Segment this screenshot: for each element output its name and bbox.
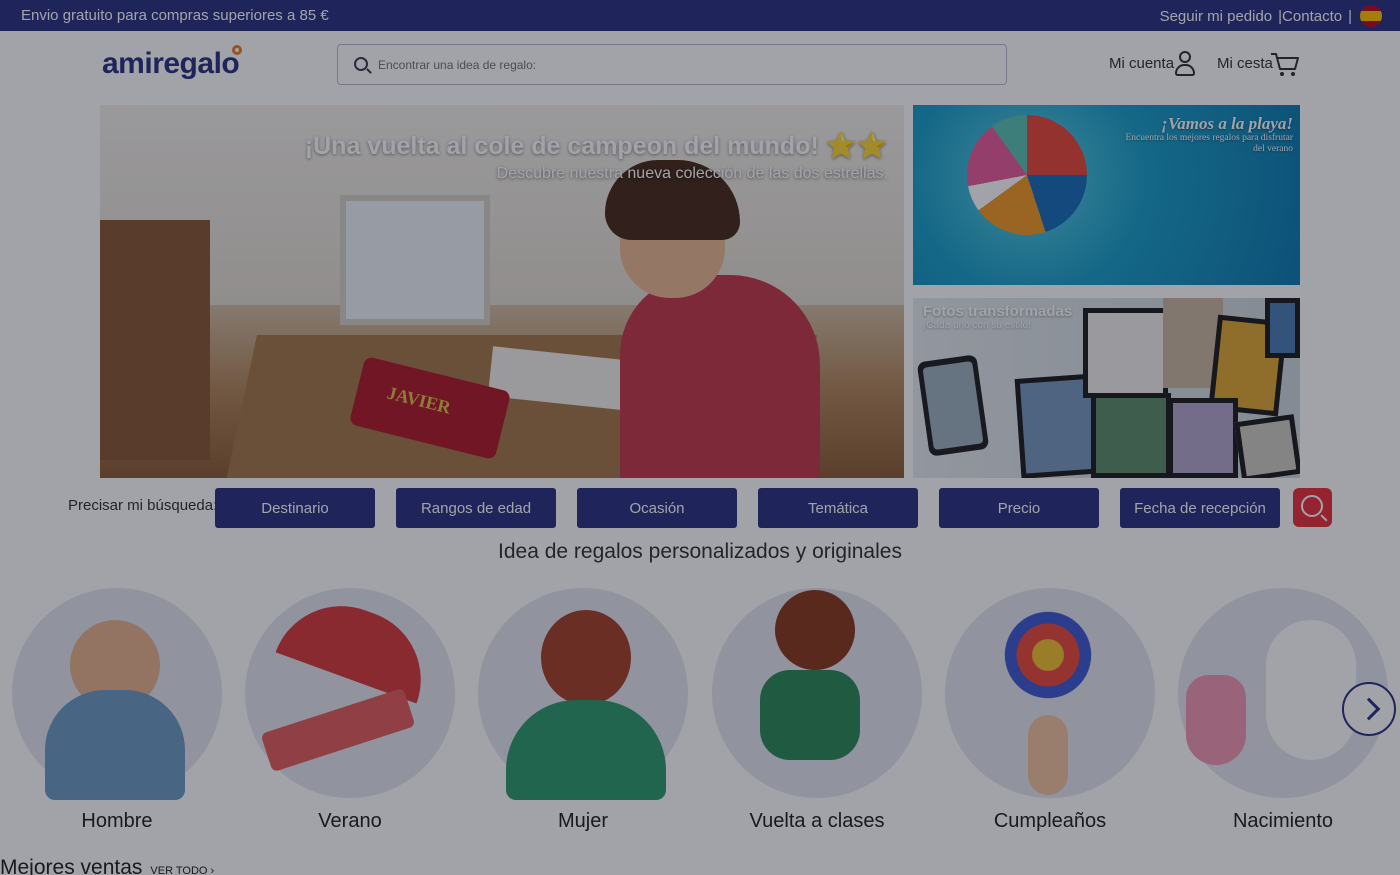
spain-flag-icon[interactable] [1360,5,1382,27]
filter-theme-button[interactable]: Temática [758,488,918,528]
contact-link[interactable]: |Contacto [1278,8,1342,25]
section-title: Idea de regalos personalizados y origina… [498,540,902,563]
beach-ball-icon [967,115,1087,235]
filter-delivery-date-button[interactable]: Fecha de recepción [1120,488,1280,528]
search-icon [1301,495,1323,517]
filter-age-button[interactable]: Rangos de edad [396,488,556,528]
bookshelf [100,220,210,460]
stork-illustration [1266,620,1356,760]
classroom-window [340,195,490,325]
logo[interactable]: amiregalo [102,47,240,81]
carousel-next-button[interactable] [1342,682,1396,736]
filter-occasion-button[interactable]: Ocasión [577,488,737,528]
filter-search-button[interactable] [1293,488,1332,527]
best-sellers-heading: Mejores ventas VER TODO › [0,856,215,875]
track-order-link[interactable]: Seguir mi pedido [1160,8,1273,25]
free-shipping-promo: Envio gratuito para compras superiores a… [21,7,329,24]
filter-price-button[interactable]: Precio [939,488,1099,528]
top-bar: Envio gratuito para compras superiores a… [0,0,1400,31]
photo-frame [1168,398,1238,478]
separator: | [1348,7,1352,25]
search-icon [354,57,368,71]
photo-frame [1091,393,1171,478]
beach-banner[interactable]: ¡Vamos a la playa! Encuentra los mejores… [913,105,1300,285]
category-cumpleanos[interactable]: Cumpleaños [933,580,1163,832]
sparkler-illustration [993,600,1103,710]
account-link[interactable]: Mi cuenta [1109,55,1174,72]
phone-icon [916,354,990,457]
cart-link[interactable]: Mi cesta [1217,55,1273,72]
user-icon[interactable] [1174,51,1196,77]
beach-banner-title: ¡Vamos a la playa! [1161,114,1293,133]
filter-recipient-button[interactable]: Destinario [215,488,375,528]
hero-title: ¡Una vuelta al cole de campeon del mundo… [304,132,888,160]
top-links: Seguir mi pedido |Contacto | [1154,5,1382,27]
photos-banner-subtitle: ¡Cada uno con su estilo! [923,320,1031,331]
logo-ornament-icon [232,45,242,55]
child-figure [620,275,820,478]
category-verano[interactable]: Verano [233,580,463,832]
beach-banner-subtitle: Encuentra los mejores regalos para disfr… [1125,133,1293,154]
schoolboy-illustration [775,590,855,670]
photos-banner-title: Fotos transformadas [923,303,1073,320]
photo-frame [1083,308,1168,398]
photo-frame [1265,298,1300,358]
photos-banner[interactable]: Fotos transformadas ¡Cada uno con su est… [913,298,1300,478]
photo-frame [1234,414,1300,478]
category-hombre[interactable]: Hombre [0,580,230,832]
woman-illustration [541,610,631,705]
search-input[interactable] [378,55,978,75]
category-vuelta-a-clases[interactable]: Vuelta a clases [700,580,930,832]
category-mujer[interactable]: Mujer [466,580,696,832]
cart-icon[interactable] [1270,51,1300,77]
filter-label: Precisar mi búsqueda: [68,497,218,514]
hero-banner[interactable]: JAVIER ¡Una vuelta al cole de campeon de… [100,105,904,478]
search-bar[interactable] [337,44,1007,85]
hero-subtitle: Descubre nuestra nueva colección de las … [496,165,888,182]
see-all-link[interactable]: VER TODO › [150,865,214,875]
header: amiregalo Mi cuenta Mi cesta [0,31,1400,101]
